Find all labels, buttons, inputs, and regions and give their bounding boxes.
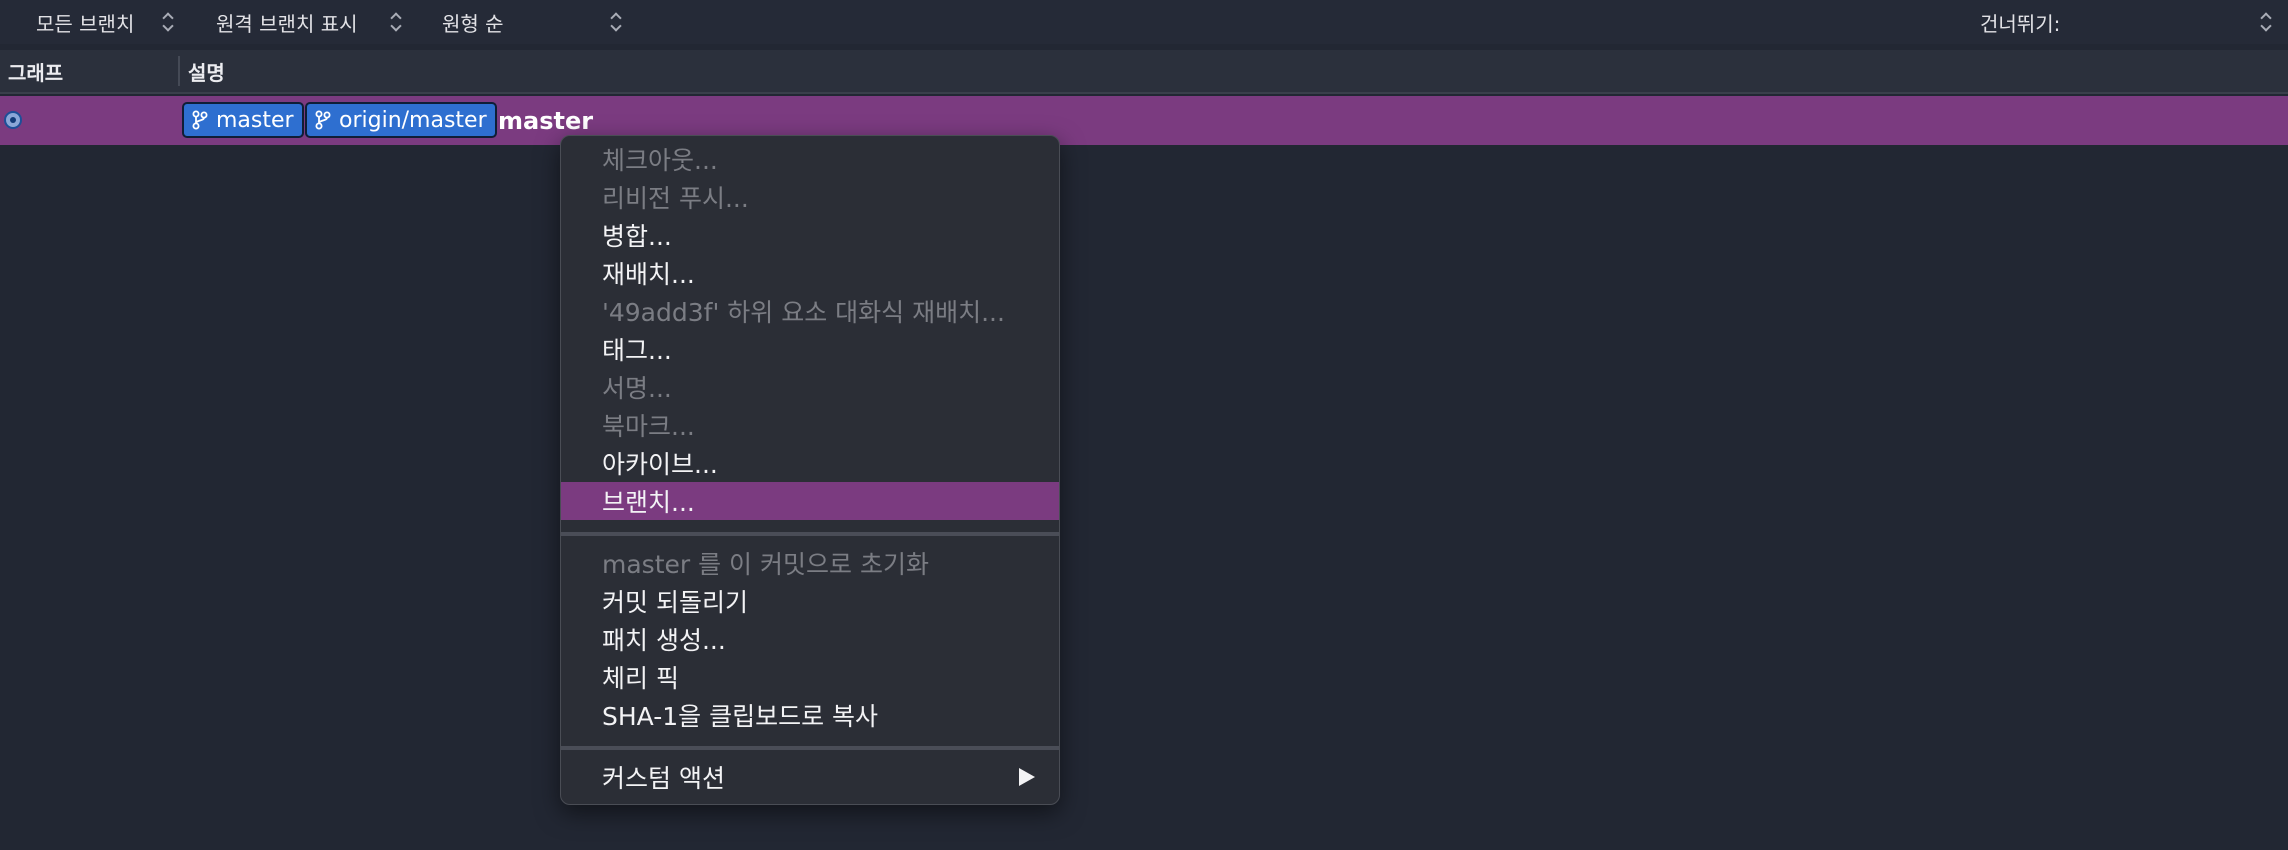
menu-item-label: 커밋 되돌리기: [602, 588, 748, 617]
column-graph[interactable]: 그래프: [8, 50, 63, 92]
column-description-label: 설명: [188, 60, 225, 85]
jump-to-chevron-icon[interactable]: [2260, 10, 2274, 34]
menu-item-reset-master[interactable]: master 를 이 커밋으로 초기화: [561, 544, 1059, 582]
branch-icon: [192, 110, 208, 130]
menu-item-rebase[interactable]: 재배치...: [561, 254, 1059, 292]
submenu-arrow-icon: [1019, 768, 1035, 786]
menu-item-label: 북마크...: [602, 412, 695, 441]
branch-badge-origin-master[interactable]: origin/master: [305, 102, 497, 138]
menu-item-label: 커스텀 액션: [602, 764, 725, 793]
menu-item-push-revision[interactable]: 리비전 푸시...: [561, 178, 1059, 216]
menu-item-create-patch[interactable]: 패치 생성...: [561, 620, 1059, 658]
order-select[interactable]: 원형 순: [442, 0, 504, 44]
menu-item-label: 체리 픽: [602, 664, 679, 693]
menu-item-label: SHA-1을 클립보드로 복사: [602, 702, 879, 731]
menu-item-label: 브랜치...: [602, 488, 695, 517]
branch-icon: [315, 110, 331, 130]
menu-item-copy-sha[interactable]: SHA-1을 클립보드로 복사: [561, 696, 1059, 734]
column-description[interactable]: 설명: [188, 50, 225, 92]
menu-item-cherry-pick[interactable]: 체리 픽: [561, 658, 1059, 696]
menu-separator: [561, 746, 1059, 750]
menu-item-branch[interactable]: 브랜치...: [561, 482, 1059, 520]
remote-filter-label: 원격 브랜치 표시: [216, 11, 358, 36]
jump-to-label: 건너뛰기:: [1980, 11, 2061, 36]
menu-item-archive[interactable]: 아카이브...: [561, 444, 1059, 482]
branch-badge-master[interactable]: master: [182, 102, 304, 138]
order-chevron-icon[interactable]: [610, 10, 624, 34]
menu-item-label: 태그...: [602, 336, 672, 365]
remote-filter-chevron-icon[interactable]: [390, 10, 404, 34]
branches-filter-select[interactable]: 모든 브랜치: [36, 0, 134, 44]
menu-item-sign[interactable]: 서명...: [561, 368, 1059, 406]
column-header: 그래프 설명: [0, 50, 2288, 94]
log-toolbar: 모든 브랜치 원격 브랜치 표시 원형 순 건너뛰기:: [0, 0, 2288, 44]
commit-node-icon: [4, 111, 22, 129]
menu-item-label: 재배치...: [602, 260, 695, 289]
branches-filter-chevron-icon[interactable]: [162, 10, 176, 34]
commit-context-menu: 체크아웃... 리비전 푸시... 병합... 재배치... '49add3f'…: [560, 135, 1060, 805]
menu-separator: [561, 532, 1059, 536]
menu-item-revert-commit[interactable]: 커밋 되돌리기: [561, 582, 1059, 620]
column-graph-label: 그래프: [8, 60, 64, 85]
menu-item-label: 패치 생성...: [602, 626, 726, 655]
menu-item-label: 병합...: [602, 222, 672, 251]
menu-item-interactive-rebase[interactable]: '49add3f' 하위 요소 대화식 재배치...: [561, 292, 1059, 330]
menu-item-label: 서명...: [602, 374, 672, 403]
branch-badge-label: origin/master: [339, 107, 487, 133]
column-divider[interactable]: [178, 56, 180, 86]
menu-item-label: master 를 이 커밋으로 초기화: [602, 550, 929, 579]
menu-item-label: '49add3f' 하위 요소 대화식 재배치...: [602, 298, 1005, 327]
branch-badge-label: master: [216, 107, 294, 133]
menu-item-custom-actions[interactable]: 커스텀 액션: [561, 758, 1059, 796]
branches-filter-label: 모든 브랜치: [36, 11, 135, 36]
menu-item-tag[interactable]: 태그...: [561, 330, 1059, 368]
menu-item-merge[interactable]: 병합...: [561, 216, 1059, 254]
order-label: 원형 순: [442, 11, 504, 36]
menu-item-bookmark[interactable]: 북마크...: [561, 406, 1059, 444]
menu-item-checkout[interactable]: 체크아웃...: [561, 140, 1059, 178]
menu-item-label: 리비전 푸시...: [602, 184, 749, 213]
commit-row-selected[interactable]: master origin/master master: [0, 96, 2288, 145]
remote-filter-select[interactable]: 원격 브랜치 표시: [216, 0, 358, 44]
menu-item-label: 체크아웃...: [602, 146, 718, 175]
jump-to-select[interactable]: 건너뛰기:: [1980, 0, 2060, 44]
menu-item-label: 아카이브...: [602, 450, 718, 479]
